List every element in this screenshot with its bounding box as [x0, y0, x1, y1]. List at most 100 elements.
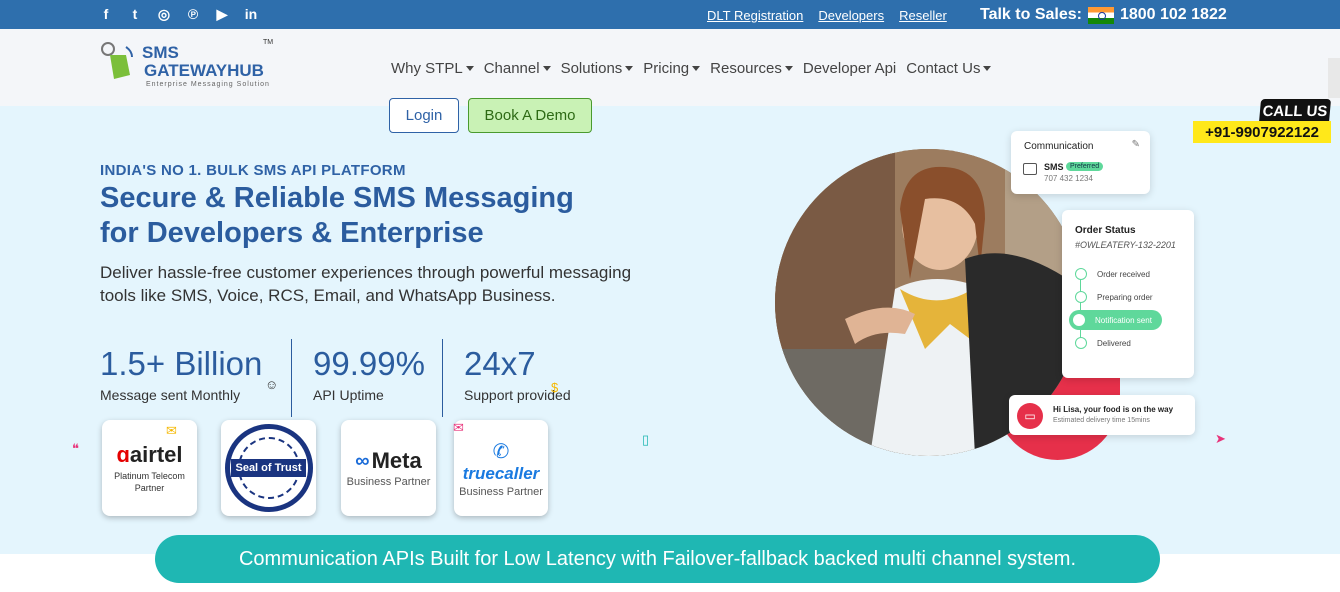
- truecaller-logo: truecaller: [462, 464, 540, 483]
- nav-resources[interactable]: Resources: [710, 60, 793, 77]
- logo-tagline: Enterprise Messaging Solution: [146, 81, 270, 88]
- scrollbar[interactable]: [1328, 58, 1340, 98]
- chat-icon: ❝: [72, 441, 79, 456]
- step-dot-icon: [1073, 314, 1085, 326]
- notification-title: Hi Lisa, your food is on the way: [1053, 405, 1174, 414]
- talk-to-sales: Talk to Sales: 1800 102 1822: [980, 6, 1227, 24]
- nav-solutions[interactable]: Solutions: [561, 60, 634, 77]
- seal-of-trust-icon: Seal of Trust: [224, 424, 313, 512]
- airtel-logo-text: airtel: [129, 442, 183, 467]
- pinterest-icon[interactable]: ℗: [185, 6, 201, 23]
- seal-of-trust-badge: Seal of Trust: [221, 420, 316, 516]
- headline-line-2: for Developers & Enterprise: [100, 217, 484, 249]
- logo-text-sms: SMS: [142, 43, 179, 62]
- youtube-icon[interactable]: ▶: [214, 6, 230, 23]
- communication-number: 707 432 1234: [1044, 174, 1093, 183]
- stat-messages: 1.5+ Billion Message sent Monthly: [100, 345, 262, 403]
- chat-icon: ▭: [1017, 403, 1043, 429]
- call-us-label[interactable]: CALL US: [1258, 99, 1332, 123]
- order-step: Preparing order: [1075, 291, 1153, 303]
- headline-line-1: Secure & Reliable SMS Messaging: [100, 182, 574, 214]
- nav-pricing[interactable]: Pricing: [643, 60, 701, 77]
- nav-label: Pricing: [643, 60, 690, 77]
- hero-headline: Secure & Reliable SMS Messaging for Deve…: [100, 181, 660, 251]
- truecaller-partner-badge: ✆ truecaller Business Partner: [454, 420, 548, 516]
- phone-icon: ▯: [642, 432, 650, 447]
- chevron-down-icon: [625, 66, 634, 71]
- seal-text: Seal of Trust: [231, 459, 306, 477]
- social-links: f t ◎ ℗ ▶ in: [98, 6, 259, 23]
- logo-pin-icon: [101, 42, 133, 79]
- chevron-down-icon: [784, 66, 793, 71]
- nav-label: Channel: [483, 60, 540, 77]
- airtel-logo: ɑairtel: [116, 442, 183, 467]
- login-button[interactable]: Login: [389, 98, 459, 133]
- order-step-label: Preparing order: [1097, 292, 1153, 302]
- chevron-down-icon: [983, 66, 992, 71]
- communication-channel: SMS: [1044, 162, 1064, 172]
- facebook-icon[interactable]: f: [98, 6, 114, 23]
- dlt-registration-link[interactable]: DLT Registration: [707, 8, 803, 23]
- meta-partner-badge: ∞ Meta Business Partner: [341, 420, 436, 516]
- step-dot-icon: [1075, 268, 1087, 280]
- talk-label: Talk to Sales:: [980, 6, 1082, 23]
- reseller-link[interactable]: Reseller: [899, 8, 947, 23]
- book-demo-button[interactable]: Book A Demo: [468, 98, 592, 133]
- send-icon: ➤: [1215, 431, 1226, 446]
- stat-divider: [442, 339, 443, 417]
- nav-label: Why STPL: [391, 60, 463, 77]
- twitter-icon[interactable]: t: [127, 6, 143, 23]
- chat-bubble-icon: ☺: [265, 377, 279, 392]
- nav-label: Contact Us: [906, 60, 981, 77]
- top-links: DLT Registration Developers Reseller: [707, 8, 947, 23]
- developers-link[interactable]: Developers: [818, 8, 884, 23]
- main-navbar: SMS GATEWAYHUB Enterprise Messaging Solu…: [0, 29, 1340, 106]
- nav-channel[interactable]: Channel: [484, 60, 551, 77]
- stat-number: 24x7: [464, 345, 536, 382]
- meta-logo: ∞ Meta: [355, 448, 421, 474]
- order-step: Order received: [1075, 268, 1150, 280]
- hero-eyebrow: INDIA'S NO 1. BULK SMS API PLATFORM: [100, 162, 406, 179]
- pencil-icon[interactable]: ✎: [1132, 139, 1140, 150]
- envelope-icon: ✉: [166, 423, 177, 438]
- features-banner: Communication APIs Built for Low Latency…: [155, 535, 1160, 583]
- stat-uptime: 99.99% API Uptime: [313, 345, 425, 403]
- india-flag-icon: [1087, 6, 1114, 24]
- stat-divider: [291, 339, 292, 417]
- truecaller-caption: Business Partner: [459, 486, 543, 498]
- chevron-down-icon: [465, 66, 474, 71]
- order-step: Delivered: [1075, 337, 1131, 349]
- airtel-caption-2: Partner: [134, 483, 165, 493]
- order-step-active: Notification sent: [1069, 310, 1162, 330]
- sales-phone[interactable]: 1800 102 1822: [1120, 6, 1227, 24]
- call-us-phone[interactable]: +91-9907922122: [1193, 121, 1331, 143]
- order-step-label: Notification sent: [1095, 315, 1152, 325]
- order-step-label: Delivered: [1097, 338, 1131, 348]
- communication-card: Communication ✎ SMS Preferred 707 432 12…: [1011, 131, 1150, 194]
- instagram-icon[interactable]: ◎: [156, 6, 172, 23]
- communication-card-title: Communication: [1024, 141, 1094, 152]
- stat-label: Message sent Monthly: [100, 387, 241, 403]
- dollar-icon: $: [551, 380, 559, 395]
- step-dot-icon: [1075, 337, 1087, 349]
- order-status-title: Order Status: [1075, 225, 1136, 236]
- preferred-badge: Preferred: [1066, 162, 1104, 171]
- nav-label: Solutions: [560, 60, 623, 77]
- order-code: #OWLEATERY-132-2201: [1075, 240, 1176, 250]
- site-logo[interactable]: SMS GATEWAYHUB Enterprise Messaging Solu…: [100, 39, 280, 94]
- stat-label: API Uptime: [313, 387, 384, 403]
- nav-developer-api[interactable]: Developer Api: [803, 60, 896, 77]
- step-dot-icon: [1075, 291, 1087, 303]
- order-status-card: Order Status #OWLEATERY-132-2201 Order r…: [1062, 210, 1194, 378]
- logo-trademark: TM: [263, 39, 274, 46]
- top-bar: f t ◎ ℗ ▶ in DLT Registration Developers…: [0, 0, 1340, 29]
- logo-text-gatewayhub: GATEWAYHUB: [144, 61, 264, 80]
- airtel-partner-badge: ɑairtel Platinum Telecom Partner: [102, 420, 197, 516]
- order-step-label: Order received: [1097, 269, 1150, 279]
- nav-why-stpl[interactable]: Why STPL: [391, 60, 474, 77]
- nav-menu: Why STPL Channel Solutions Pricing Resou…: [391, 60, 992, 77]
- linkedin-icon[interactable]: in: [243, 6, 259, 23]
- nav-label: Developer Api: [802, 60, 897, 77]
- nav-contact-us[interactable]: Contact Us: [906, 60, 992, 77]
- chevron-down-icon: [692, 66, 701, 71]
